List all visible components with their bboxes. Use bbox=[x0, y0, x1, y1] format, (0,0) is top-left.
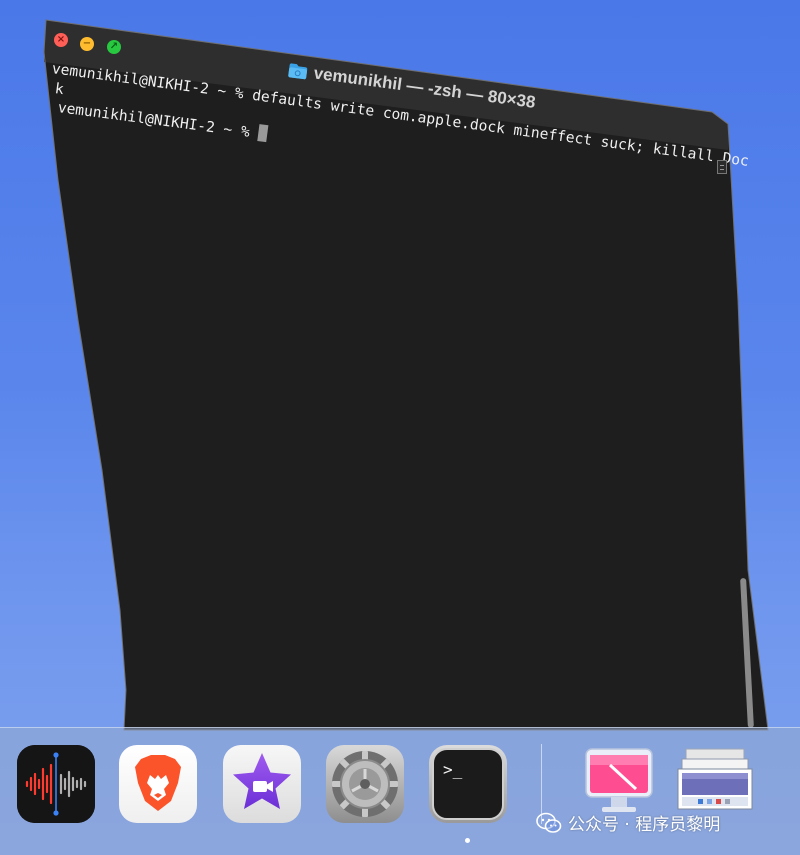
folder-icon bbox=[288, 63, 308, 80]
imovie-star-icon bbox=[233, 753, 291, 809]
dock-app-voice-memos[interactable] bbox=[17, 745, 95, 823]
watermark: 公众号 · 程序员黎明 bbox=[536, 810, 720, 835]
dock-app-terminal[interactable]: >_ bbox=[429, 745, 507, 823]
terminal-icon-text: >_ bbox=[443, 760, 463, 779]
close-window-button[interactable]: × bbox=[54, 33, 68, 47]
minimize-icon: − bbox=[82, 38, 92, 49]
dock: >_ bbox=[0, 727, 800, 855]
gear-icon bbox=[332, 751, 398, 817]
dock-app-brave-browser[interactable] bbox=[119, 745, 197, 823]
minimize-window-button[interactable]: − bbox=[80, 37, 94, 51]
zoom-icon: ↗ bbox=[109, 41, 119, 52]
terminal-running-indicator bbox=[465, 838, 470, 843]
wechat-icon bbox=[536, 812, 562, 833]
voice-memos-icon bbox=[17, 745, 95, 823]
dock-app-system-settings[interactable] bbox=[326, 745, 404, 823]
zoom-window-button[interactable]: ↗ bbox=[107, 40, 121, 54]
dock-app-imovie[interactable] bbox=[223, 745, 301, 823]
terminal-icon: >_ bbox=[432, 748, 504, 820]
scrollbar-menu-button[interactable] bbox=[717, 160, 727, 174]
brave-lion-icon bbox=[135, 755, 181, 811]
watermark-text: 公众号 · 程序员黎明 bbox=[568, 815, 721, 835]
close-icon: × bbox=[56, 34, 66, 45]
